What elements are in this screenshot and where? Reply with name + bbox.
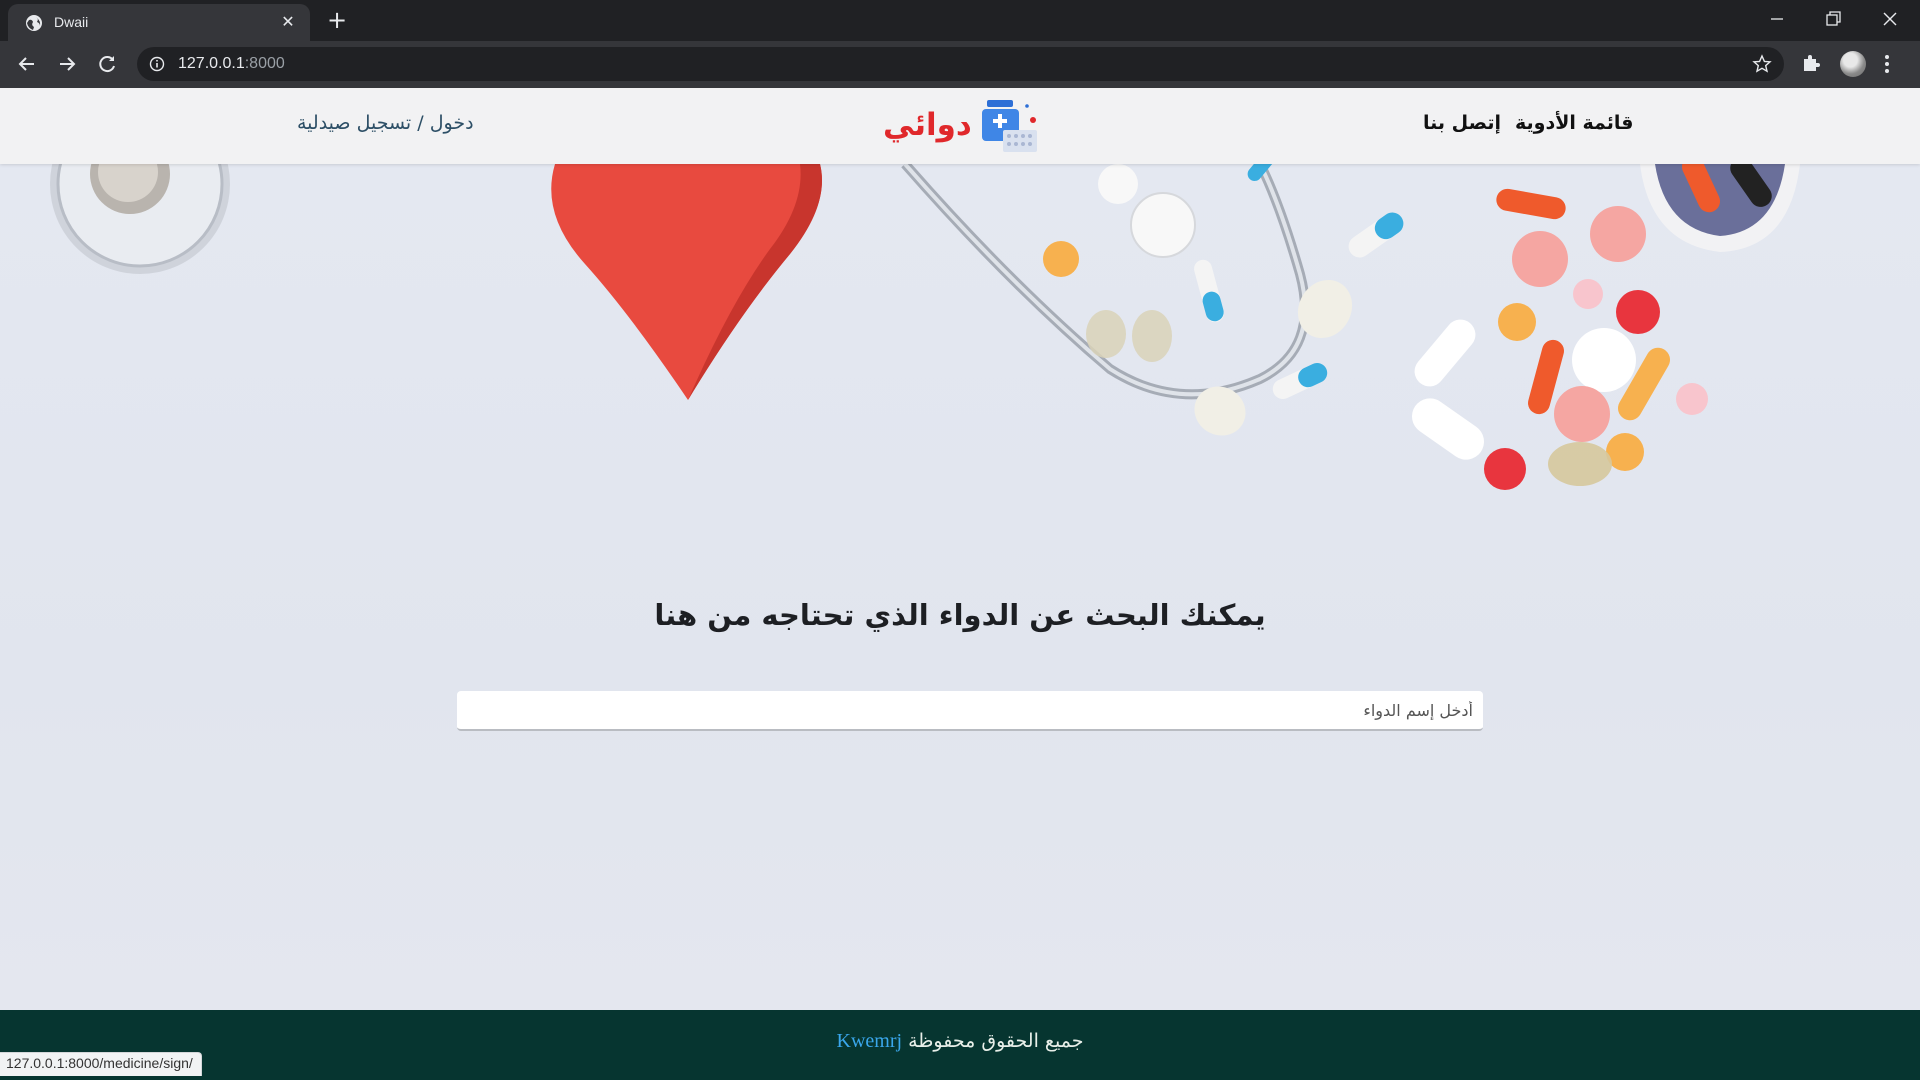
heart-image (551, 164, 822, 400)
auth-separator: / (411, 112, 430, 134)
site-header: قائمة الأدوية إتصل بنا دوائي دخول / تسجي… (0, 88, 1920, 164)
nav-medicine-list-link[interactable]: قائمة الأدوية (1515, 112, 1633, 134)
search-heading: يمكنك البحث عن الدواء الذي تحتاجه من هنا (654, 598, 1266, 632)
back-arrow-icon[interactable] (14, 51, 40, 77)
browser-tab[interactable]: Dwaii ✕ (8, 4, 310, 41)
brand-name: دوائي (883, 107, 972, 143)
url-text: 127.0.0.1:8000 (178, 55, 285, 72)
forward-arrow-icon[interactable] (54, 51, 80, 77)
page-viewport: قائمة الأدوية إتصل بنا دوائي دخول / تسجي… (0, 88, 1920, 1080)
globe-icon (26, 15, 42, 31)
reload-icon[interactable] (94, 51, 120, 77)
restore-icon[interactable] (1818, 6, 1848, 32)
login-link[interactable]: دخول (430, 112, 474, 134)
hero-section: يمكنك البحث عن الدواء الذي تحتاجه من هنا (0, 164, 1920, 1014)
link-status-bubble: 127.0.0.1:8000/medicine/sign/ (0, 1052, 202, 1076)
register-pharmacy-link[interactable]: تسجيل صيدلية (297, 112, 411, 134)
extensions-puzzle-icon[interactable] (1800, 52, 1822, 74)
more-menu-icon[interactable] (1884, 53, 1890, 75)
medicine-bottle-logo-icon (982, 100, 1037, 152)
auth-links: دخول / تسجيل صيدلية (297, 112, 474, 134)
browser-toolbar: 127.0.0.1:8000 (0, 41, 1920, 88)
footer-brand-link[interactable]: Kwemrj (837, 1030, 903, 1052)
nav-contact-link[interactable]: إتصل بنا (1423, 112, 1501, 134)
info-icon[interactable] (149, 56, 165, 72)
brand-logo-link[interactable]: دوائي (883, 98, 1039, 154)
profile-avatar[interactable] (1840, 51, 1866, 77)
stethoscope-chestpiece-image (50, 164, 230, 274)
address-bar[interactable]: 127.0.0.1:8000 (137, 47, 1784, 81)
tab-title: Dwaii (54, 14, 89, 30)
window-close-icon[interactable] (1875, 6, 1905, 32)
close-icon[interactable]: ✕ (278, 12, 298, 32)
footer-rights-text: جميع الحقوق محفوظة (908, 1030, 1084, 1052)
site-footer: جميع الحقوق محفوظة Kwemrj (0, 1010, 1920, 1080)
medicine-search-input[interactable] (457, 691, 1483, 731)
bookmark-star-icon[interactable] (1752, 54, 1772, 74)
browser-tab-bar: Dwaii ✕ + (0, 0, 1920, 41)
new-tab-plus-icon[interactable]: + (325, 8, 349, 33)
medical-illustration (50, 164, 1800, 490)
minimize-icon[interactable] (1762, 6, 1792, 32)
footer-copyright: جميع الحقوق محفوظة Kwemrj (0, 1030, 1920, 1053)
pills-image (1043, 164, 1800, 490)
